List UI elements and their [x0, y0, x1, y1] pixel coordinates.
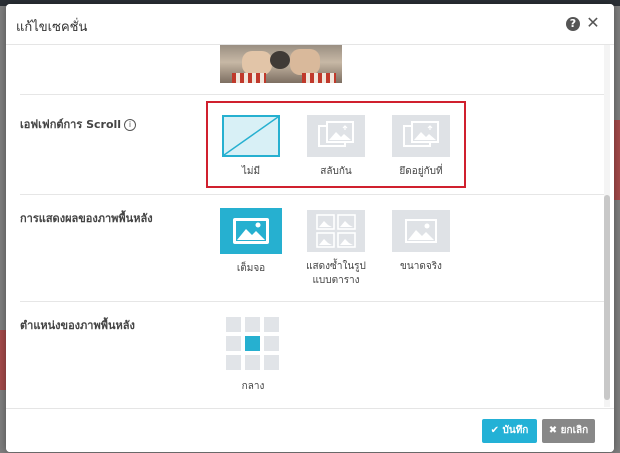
position-selected-label: กลาง — [241, 381, 265, 392]
display-option-tiled-label: แสดงซ้ำในรูป แบบตาราง — [296, 260, 376, 288]
display-option-tiled-line1: แสดงซ้ำในรูป — [306, 261, 366, 272]
info-icon[interactable]: i — [124, 119, 137, 131]
save-button[interactable]: ✔ บันทึก — [482, 419, 537, 443]
tiled-images-icon — [307, 210, 365, 252]
backdrop-strip — [614, 120, 620, 200]
position-top-left[interactable] — [226, 317, 241, 332]
close-icon[interactable]: ✕ — [585, 14, 601, 32]
position-center[interactable] — [245, 336, 260, 351]
divider — [20, 301, 604, 302]
display-option-actual-size[interactable]: ขนาดจริง — [381, 210, 461, 274]
display-option-tiled[interactable]: แสดงซ้ำในรูป แบบตาราง — [296, 210, 376, 288]
position-middle-right[interactable] — [264, 336, 279, 351]
scroll-effect-label: เอฟเฟกต์การ Scroll i — [20, 115, 137, 133]
display-option-fullscreen[interactable]: เต็มจอ — [211, 208, 291, 276]
image-icon — [392, 210, 450, 252]
cancel-button-label: ยกเลิก — [560, 425, 589, 436]
none-icon — [222, 115, 280, 157]
fixed-image-icon — [392, 115, 450, 157]
help-icon[interactable]: ? — [566, 17, 580, 31]
position-bottom-right[interactable] — [264, 355, 279, 370]
cancel-button[interactable]: ✖ ยกเลิก — [542, 419, 595, 443]
position-bottom-left[interactable] — [226, 355, 241, 370]
scroll-option-fixed-label: ยึดอยู่กับที่ — [399, 166, 443, 177]
position-top-right[interactable] — [264, 317, 279, 332]
position-bottom-center[interactable] — [245, 355, 260, 370]
scrollbar-thumb[interactable] — [604, 195, 610, 400]
display-option-actual-size-label: ขนาดจริง — [400, 261, 442, 272]
scroll-option-fixed[interactable]: ยึดอยู่กับที่ — [381, 115, 461, 179]
save-button-label: บันทึก — [502, 425, 529, 436]
dialog-header: แก้ไขเซคชั่น ? ✕ — [6, 4, 614, 45]
dialog-footer: ✔ บันทึก ✖ ยกเลิก — [6, 408, 614, 452]
dialog-body: เอฟเฟกต์การ Scroll i ไม่มี สลับกัน ยึดอย… — [6, 45, 614, 407]
display-option-fullscreen-label: เต็มจอ — [236, 263, 266, 274]
image-icon — [220, 208, 282, 254]
scroll-effect-label-text: เอฟเฟกต์การ Scroll — [20, 118, 122, 131]
scroll-option-parallax-label: สลับกัน — [320, 166, 352, 177]
scroll-option-parallax[interactable]: สลับกัน — [296, 115, 376, 179]
divider — [20, 194, 604, 195]
scroll-option-none-label: ไม่มี — [241, 166, 261, 177]
background-position-label: ตำแหน่งของภาพพื้นหลัง — [20, 319, 135, 332]
position-top-center[interactable] — [245, 317, 260, 332]
check-icon: ✔ — [490, 425, 500, 436]
position-middle-left[interactable] — [226, 336, 241, 351]
position-grid — [226, 317, 280, 371]
parallax-image-icon — [307, 115, 365, 157]
dialog-title: แก้ไขเซคชั่น — [16, 20, 88, 35]
edit-section-dialog: แก้ไขเซคชั่น ? ✕ เอฟเฟกต์การ Scroll i ไม่… — [6, 4, 614, 452]
divider — [20, 94, 604, 95]
x-icon: ✖ — [548, 425, 558, 436]
background-image-preview — [220, 45, 342, 83]
background-display-label: การแสดงผลของภาพพื้นหลัง — [20, 212, 153, 225]
scroll-option-none[interactable]: ไม่มี — [211, 115, 291, 179]
display-option-tiled-line2: แบบตาราง — [312, 275, 360, 286]
